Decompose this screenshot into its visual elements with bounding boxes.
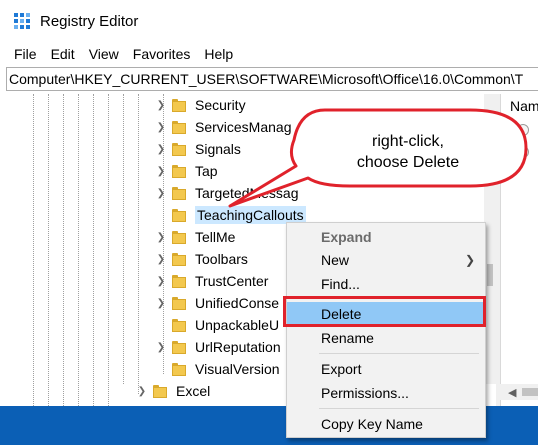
tree-guide-line	[108, 94, 109, 406]
tree-node-unifiedconsent[interactable]: ❯ UnifiedConse	[156, 292, 279, 314]
tree-guide-line	[33, 94, 34, 406]
folder-icon	[172, 186, 186, 200]
tree-guide-line	[93, 94, 94, 406]
menu-view[interactable]: View	[82, 46, 126, 62]
menu-item-rename[interactable]: Rename	[287, 326, 485, 350]
chevron-right-icon[interactable]: ❯	[156, 292, 166, 314]
folder-icon	[172, 230, 186, 244]
menu-separator	[319, 408, 479, 409]
scrollbar-thumb[interactable]	[522, 388, 538, 396]
chevron-right-icon: ❯	[464, 253, 475, 267]
tree-node-label: Toolbars	[195, 251, 248, 267]
folder-icon	[172, 318, 186, 332]
folder-icon	[172, 296, 186, 310]
folder-icon	[172, 98, 186, 112]
chevron-right-icon[interactable]: ❯	[156, 182, 166, 204]
menu-item-find[interactable]: Find...	[287, 272, 485, 296]
chevron-right-icon[interactable]: ❯	[156, 94, 166, 116]
menu-item-export[interactable]: Export	[287, 357, 485, 381]
menu-item-expand[interactable]: Expand	[287, 225, 485, 249]
tree-node-unpackable[interactable]: UnpackableU	[156, 314, 279, 336]
tree-guide-line	[123, 94, 124, 384]
tree-guide-line	[48, 94, 49, 406]
folder-icon	[172, 362, 186, 376]
callout-line-2: choose Delete	[356, 154, 460, 171]
chevron-right-icon[interactable]: ❯	[156, 270, 166, 292]
tree-guide-line	[63, 94, 64, 406]
annotation-highlight-box	[283, 296, 486, 327]
tree-node-label: TrustCenter	[195, 273, 269, 289]
tree-node-label: TellMe	[195, 229, 236, 245]
values-horizontal-scrollbar[interactable]: ◀	[500, 384, 538, 400]
tree-node-toolbars[interactable]: ❯ Toolbars	[156, 248, 248, 270]
tree-node-label: Excel	[176, 383, 211, 399]
tree-node-label: UnpackableU	[195, 317, 280, 333]
menu-file[interactable]: File	[0, 46, 44, 62]
folder-icon	[172, 274, 186, 288]
tree-node-urlreputation[interactable]: ❯ UrlReputation	[156, 336, 281, 358]
context-menu: Expand New ❯ Find... Delete Rename Expor…	[286, 222, 486, 438]
chevron-right-icon[interactable]: ❯	[156, 116, 166, 138]
menu-help[interactable]: Help	[197, 46, 240, 62]
chevron-right-icon[interactable]: ❯	[156, 248, 166, 270]
menu-separator	[319, 353, 479, 354]
folder-icon	[172, 208, 186, 222]
chevron-right-icon[interactable]: ❯	[156, 336, 166, 358]
callout-line-1: right-click,	[371, 133, 444, 150]
menu-item-permissions[interactable]: Permissions...	[287, 381, 485, 405]
callout-text: right-click, choose Delete	[300, 131, 516, 173]
registry-icon	[14, 13, 30, 29]
folder-icon	[153, 384, 167, 398]
tree-node-label: VisualVersion	[195, 361, 280, 377]
title-bar[interactable]: Registry Editor	[0, 0, 538, 42]
menu-edit[interactable]: Edit	[44, 46, 82, 62]
tree-node-visualversion[interactable]: VisualVersion	[156, 358, 280, 380]
chevron-right-icon[interactable]: ❯	[137, 380, 147, 402]
menu-item-copy-key-name[interactable]: Copy Key Name	[287, 412, 485, 436]
chevron-right-icon[interactable]: ❯	[156, 138, 166, 160]
menu-item-new-label: New	[321, 252, 350, 268]
folder-icon	[172, 120, 186, 134]
tree-node-trustcenter[interactable]: ❯ TrustCenter	[156, 270, 269, 292]
tree-guide-line	[78, 94, 79, 406]
chevron-right-icon[interactable]: ❯	[156, 160, 166, 182]
folder-icon	[172, 340, 186, 354]
folder-icon	[172, 252, 186, 266]
chevron-right-icon[interactable]: ❯	[156, 226, 166, 248]
tree-node-tellme[interactable]: ❯ TellMe	[156, 226, 236, 248]
address-bar[interactable]: Computer\HKEY_CURRENT_USER\SOFTWARE\Micr…	[6, 67, 538, 91]
menu-item-new[interactable]: New ❯	[287, 248, 485, 272]
chevron-left-icon[interactable]: ◀	[508, 386, 516, 399]
window-title: Registry Editor	[40, 13, 139, 30]
folder-icon	[172, 164, 186, 178]
tree-node-label: UnifiedConse	[195, 295, 280, 311]
tree-node-excel[interactable]: ❯ Excel	[137, 380, 210, 402]
tree-node-label: UrlReputation	[195, 339, 281, 355]
tree-guide-line	[138, 94, 139, 394]
folder-icon	[172, 142, 186, 156]
menu-bar: File Edit View Favorites Help	[0, 42, 538, 66]
scrollbar-thumb[interactable]	[487, 264, 493, 286]
menu-favorites[interactable]: Favorites	[126, 46, 198, 62]
